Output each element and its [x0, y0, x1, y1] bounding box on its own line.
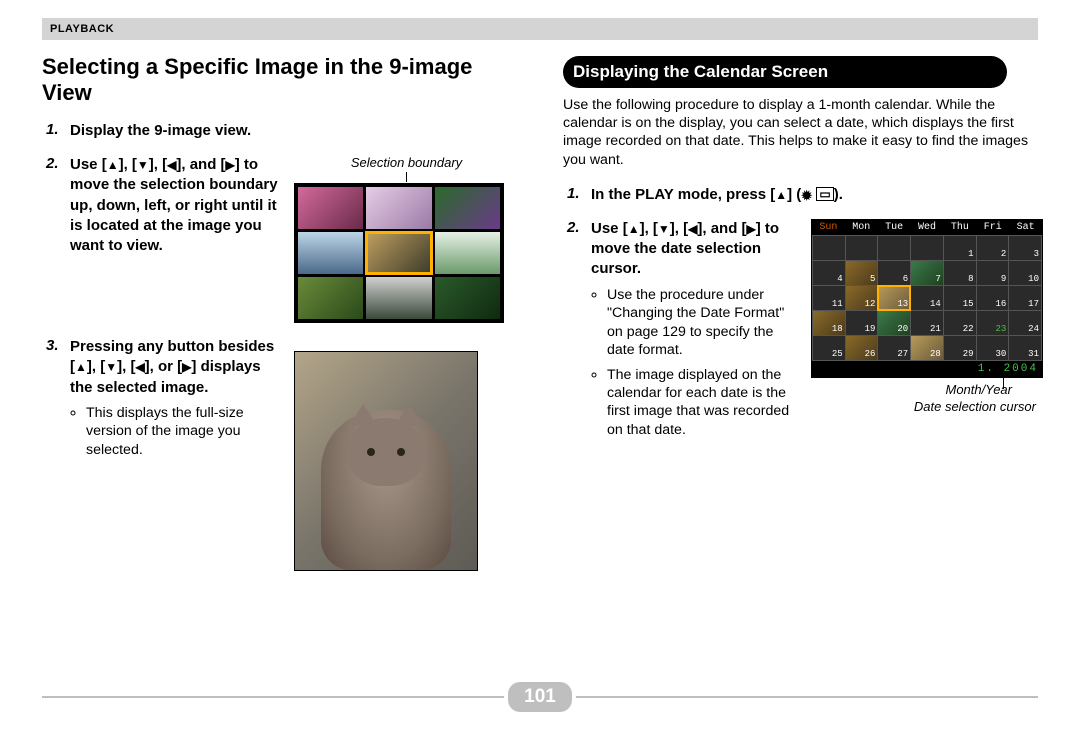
- pointer-line: [406, 172, 407, 182]
- right-heading: Displaying the Calendar Screen: [563, 56, 1007, 88]
- month-year-caption: Month/Year: [811, 382, 1046, 397]
- calendar-month-year: 1. 2004: [812, 361, 1042, 377]
- left-step3: Pressing any button besides [▲], [▼], [◀…: [70, 337, 280, 398]
- right-step2: Use [▲], [▼], [◀], and [▶] to move the d…: [591, 219, 801, 280]
- right-intro: Use the following procedure to display a…: [563, 96, 1046, 169]
- right-bullet2: The image displayed on the calendar for …: [607, 366, 801, 440]
- left-column: Selecting a Specific Image in the 9-imag…: [42, 54, 519, 585]
- left-step3-bullet: This displays the full-size version of t…: [86, 404, 280, 459]
- page-footer: 101: [42, 682, 1038, 712]
- selection-boundary-caption: Selection boundary: [294, 155, 519, 170]
- nine-image-grid: [294, 183, 504, 323]
- left-step2: Use [▲], [▼], [◀], and [▶] to move the s…: [70, 155, 280, 256]
- frame-icon: ▭: [816, 187, 833, 201]
- left-step1: Display the 9-image view.: [70, 121, 519, 141]
- right-step1: In the PLAY mode, press [▲] (✹ ▭).: [591, 185, 1046, 205]
- calendar-body: 123 456 78910 111213 14151617 181920 212…: [812, 235, 1042, 361]
- selected-thumb: [366, 232, 431, 274]
- cat-image: [294, 351, 478, 571]
- date-selection-cursor: 13: [878, 286, 910, 310]
- right-column: Displaying the Calendar Screen Use the f…: [563, 54, 1046, 585]
- left-title: Selecting a Specific Image in the 9-imag…: [42, 54, 519, 107]
- callout-line-1: [1003, 377, 1004, 389]
- focus-icon: ✹: [801, 188, 812, 203]
- calendar-screen: Sun Mon Tue Wed Thu Fri Sat: [811, 219, 1043, 378]
- section-header: PLAYBACK: [42, 18, 1038, 40]
- page-number: 101: [508, 682, 572, 712]
- right-bullet1: Use the procedure under "Changing the Da…: [607, 286, 801, 360]
- cursor-caption: Date selection cursor: [811, 399, 1046, 414]
- calendar-header: Sun Mon Tue Wed Thu Fri Sat: [812, 220, 1042, 235]
